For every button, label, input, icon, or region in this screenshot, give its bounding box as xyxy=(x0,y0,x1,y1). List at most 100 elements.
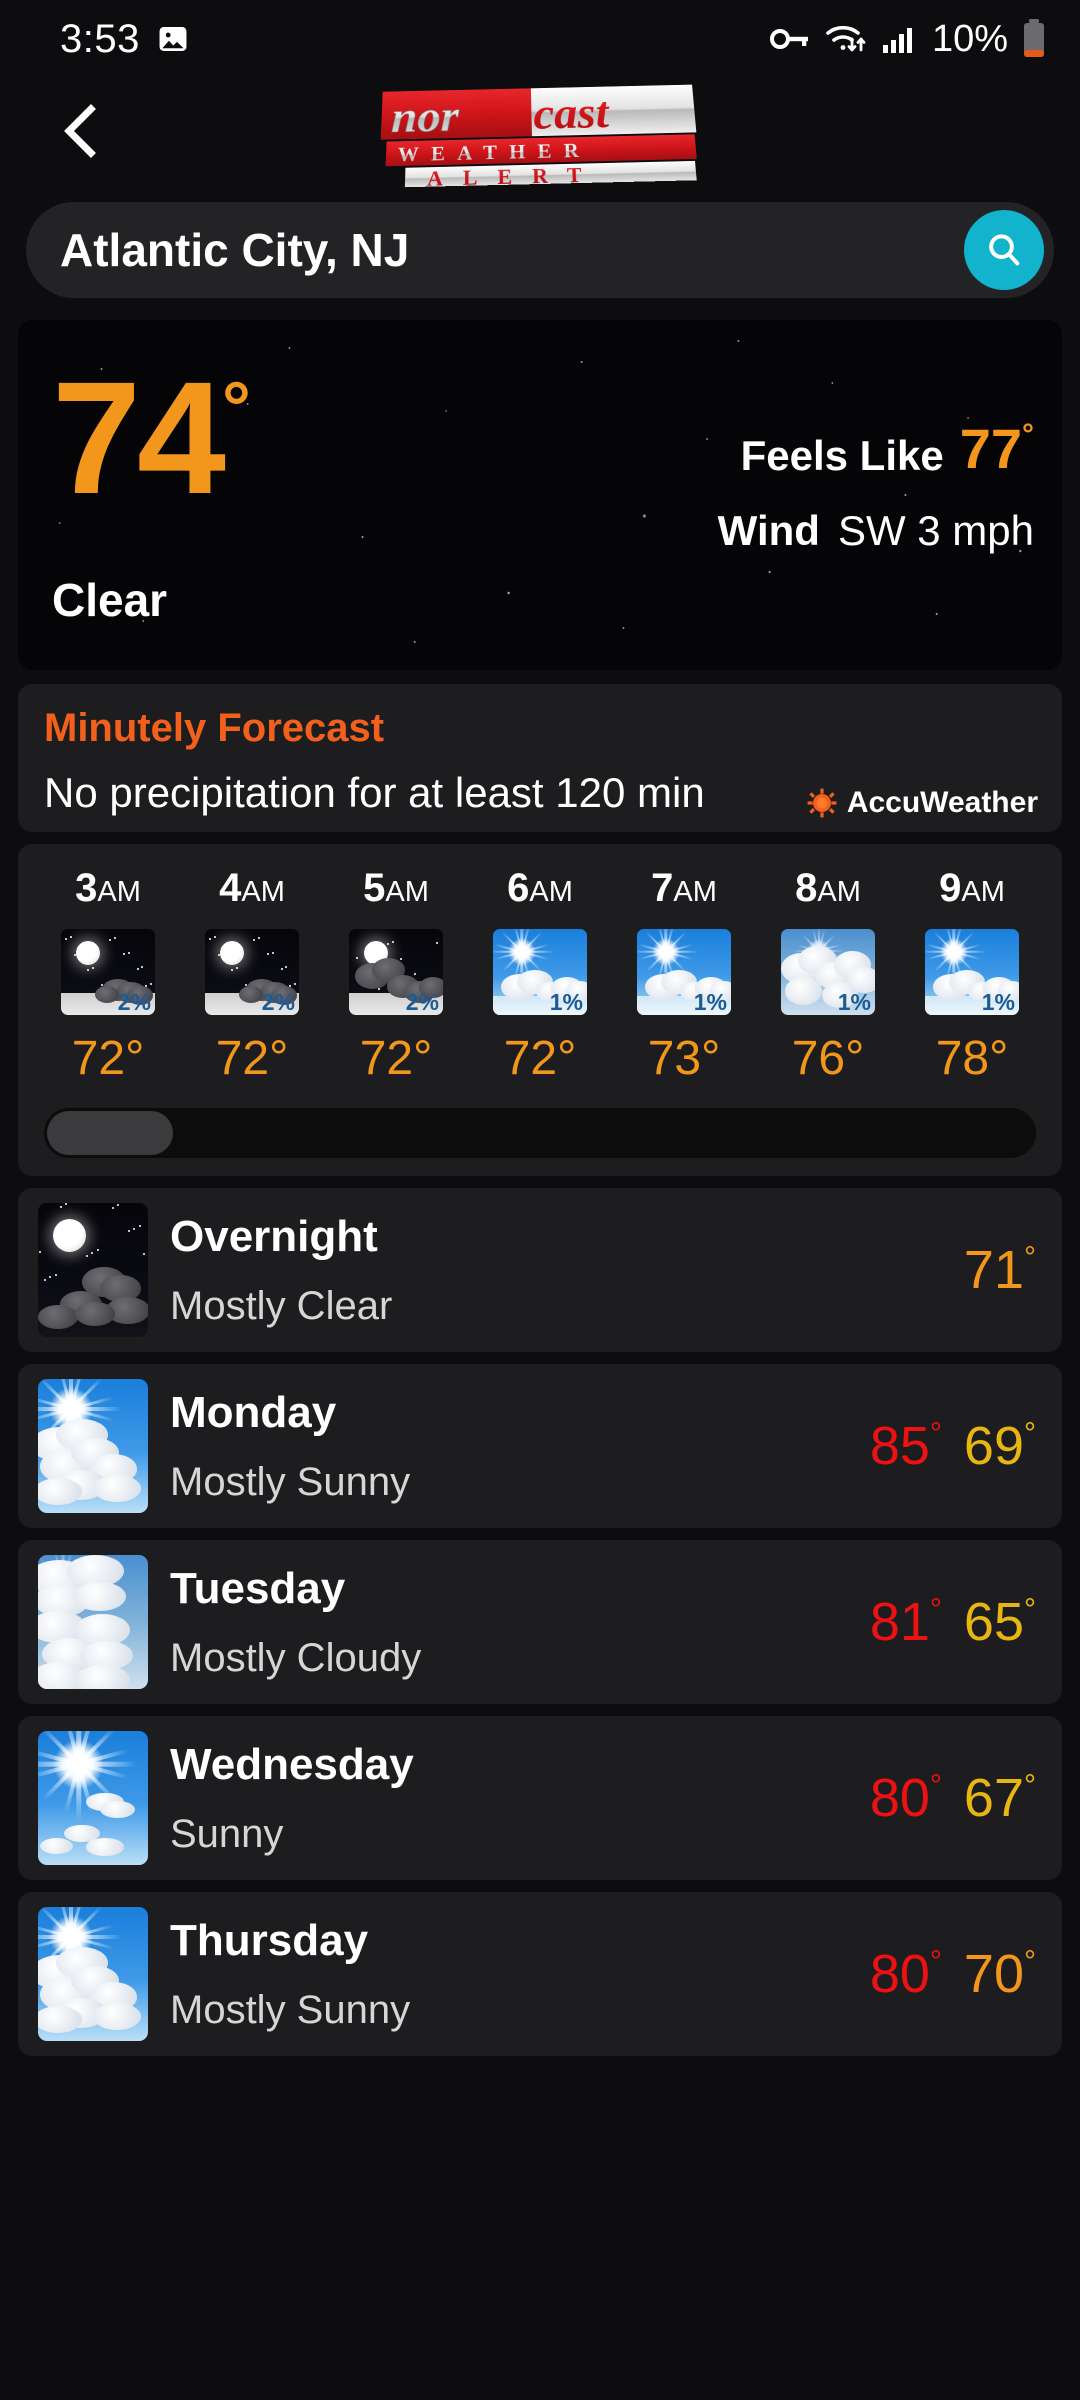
wind-label: Wind xyxy=(717,507,820,554)
hourly-temp: 73° xyxy=(647,1032,721,1085)
day-sunny-cloudy-icon: 1% xyxy=(925,929,1019,1015)
daily-low: 65 ° xyxy=(963,1592,1036,1652)
hourly-temp: 72° xyxy=(503,1032,577,1085)
key-icon xyxy=(769,24,810,54)
day-sunny-icon xyxy=(38,1731,148,1865)
hourly-time: 5AM xyxy=(363,866,429,910)
svg-text:ALERT: ALERT xyxy=(427,163,602,188)
precip-chance: 2% xyxy=(261,989,295,1015)
hourly-item[interactable]: 4AM 2% 72° xyxy=(180,866,324,1086)
daily-forecast-list: Overnight Mostly Clear 71 ° Monday Mostly… xyxy=(0,1188,1080,2056)
feels-like-row: Feels Like 77 ° xyxy=(718,416,1034,481)
search-input[interactable]: Atlantic City, NJ xyxy=(60,223,964,277)
accuweather-label: AccuWeather xyxy=(846,786,1038,819)
day-mostly-cloudy-icon xyxy=(38,1555,148,1689)
battery-percent: 10% xyxy=(931,17,1008,60)
daily-text: Wednesday Sunny xyxy=(170,1740,870,1857)
daily-low: 70 ° xyxy=(963,1944,1036,2004)
daily-forecast-row[interactable]: Wednesday Sunny 80 ° 67 ° xyxy=(18,1716,1062,1880)
minutely-title: Minutely Forecast xyxy=(44,706,385,750)
image-icon xyxy=(156,22,190,56)
daily-high: 80 ° xyxy=(869,1944,942,2004)
daily-condition: Mostly Clear xyxy=(170,1283,393,1328)
daily-condition: Sunny xyxy=(170,1811,284,1856)
daily-high: 81 ° xyxy=(869,1592,942,1652)
hourly-forecast-list[interactable]: 3AM 2% 72° 4AM 2% 72° 5AM 2% 72° 6AM 1% … xyxy=(18,866,1062,1086)
daily-temps: 81 ° 65 ° xyxy=(870,1591,1036,1653)
weather-app-screen: 3:53 10% nor cast WEATHER ALERT Atlantic… xyxy=(0,0,1080,2400)
day-mostly-sunny-art xyxy=(38,1907,148,2041)
night-partly-cloudy-icon: 2% xyxy=(205,929,299,1015)
day-sunny-cloudy-icon: 1% xyxy=(637,929,731,1015)
current-condition-text: Clear xyxy=(52,574,168,626)
hourly-time: 4AM xyxy=(219,866,285,910)
hourly-time: 3AM xyxy=(75,866,141,910)
daily-high: 85 ° xyxy=(869,1416,942,1476)
daily-forecast-row[interactable]: Tuesday Mostly Cloudy 81 ° 65 ° xyxy=(18,1540,1062,1704)
sun-icon xyxy=(926,929,982,980)
daily-forecast-row[interactable]: Monday Mostly Sunny 85 ° 69 ° xyxy=(18,1364,1062,1528)
precip-chance: 2% xyxy=(405,989,439,1015)
degree-symbol: ° xyxy=(221,368,251,448)
search-icon xyxy=(989,234,1020,266)
daily-day-name: Tuesday xyxy=(170,1563,346,1613)
precip-chance: 1% xyxy=(549,989,583,1015)
daily-temp: 71 ° xyxy=(963,1240,1036,1300)
night-cloudy-icon: 2% xyxy=(349,929,443,1015)
day-mostly-cloudy-art xyxy=(38,1555,148,1689)
daily-forecast-row[interactable]: Overnight Mostly Clear 71 ° xyxy=(18,1188,1062,1352)
day-sunny-cloudy-icon: 1% xyxy=(493,929,587,1015)
daily-temps: 80 ° 70 ° xyxy=(870,1943,1036,2005)
hourly-scrollbar-thumb[interactable] xyxy=(47,1111,173,1155)
precip-chance: 1% xyxy=(837,989,871,1015)
day-mostly-cloudy-icon: 1% xyxy=(781,929,875,1015)
hourly-temp: 72° xyxy=(215,1032,289,1085)
current-conditions-card[interactable]: 74 ° Clear Feels Like 77 ° Wind SW 3 mph xyxy=(18,320,1062,670)
day-mostly-sunny-art xyxy=(38,1379,148,1513)
hourly-forecast-card[interactable]: 3AM 2% 72° 4AM 2% 72° 5AM 2% 72° 6AM 1% … xyxy=(18,844,1062,1176)
night-clear-icon xyxy=(38,1203,148,1337)
hourly-item[interactable]: 9AM 1% 78° xyxy=(900,866,1044,1086)
hourly-item[interactable]: 6AM 1% 72° xyxy=(468,866,612,1086)
hourly-item[interactable]: 3AM 2% 72° xyxy=(36,866,180,1086)
hourly-item[interactable]: 5AM 2% 72° xyxy=(324,866,468,1086)
hourly-time: 8AM xyxy=(795,866,861,910)
accuweather-attribution: AccuWeather xyxy=(807,786,1038,820)
precip-chance: 1% xyxy=(693,989,727,1015)
sun-icon xyxy=(638,929,694,980)
wind-row: Wind SW 3 mph xyxy=(718,507,1034,555)
hourly-time: 7AM xyxy=(651,866,717,910)
daily-condition: Mostly Cloudy xyxy=(170,1635,422,1680)
hourly-item[interactable]: 7AM 1% 73° xyxy=(612,866,756,1086)
night-clear-art xyxy=(38,1203,148,1337)
day-sunny-art xyxy=(38,1731,148,1865)
location-search-bar[interactable]: Atlantic City, NJ xyxy=(26,202,1054,298)
minutely-forecast-card[interactable]: Minutely Forecast No precipitation for a… xyxy=(18,684,1062,832)
norcast-weather-alert-logo: nor cast WEATHER ALERT xyxy=(375,80,705,191)
daily-low: 69 ° xyxy=(963,1416,1036,1476)
daily-low: 67 ° xyxy=(963,1768,1036,1828)
hourly-scrollbar-track[interactable] xyxy=(44,1108,1036,1158)
feels-like-number: 77 xyxy=(959,417,1022,480)
daily-temps: 71 ° xyxy=(964,1239,1036,1301)
moon-icon xyxy=(53,1219,87,1253)
logo-graphic: nor cast WEATHER ALERT xyxy=(380,84,697,191)
signal-icon xyxy=(882,24,918,54)
status-bar: 3:53 10% xyxy=(0,0,1080,78)
hourly-time: 6AM xyxy=(507,866,573,910)
hourly-temp: 78° xyxy=(935,1032,1009,1085)
back-button[interactable] xyxy=(46,96,116,166)
svg-text:nor: nor xyxy=(390,92,460,142)
sun-icon xyxy=(38,1731,129,1814)
search-button[interactable] xyxy=(964,210,1044,290)
daily-day-name: Wednesday xyxy=(170,1739,414,1789)
hourly-temp: 72° xyxy=(71,1032,145,1085)
daily-temps: 85 ° 69 ° xyxy=(870,1415,1036,1477)
day-mostly-sunny-icon xyxy=(38,1907,148,2041)
daily-text: Monday Mostly Sunny xyxy=(170,1388,870,1505)
hourly-item[interactable]: 8AM 1% 76° xyxy=(756,866,900,1086)
moon-icon xyxy=(76,941,101,966)
status-bar-left: 3:53 xyxy=(60,17,190,62)
precip-chance: 1% xyxy=(981,989,1015,1015)
daily-forecast-row[interactable]: Thursday Mostly Sunny 80 ° 70 ° xyxy=(18,1892,1062,2056)
